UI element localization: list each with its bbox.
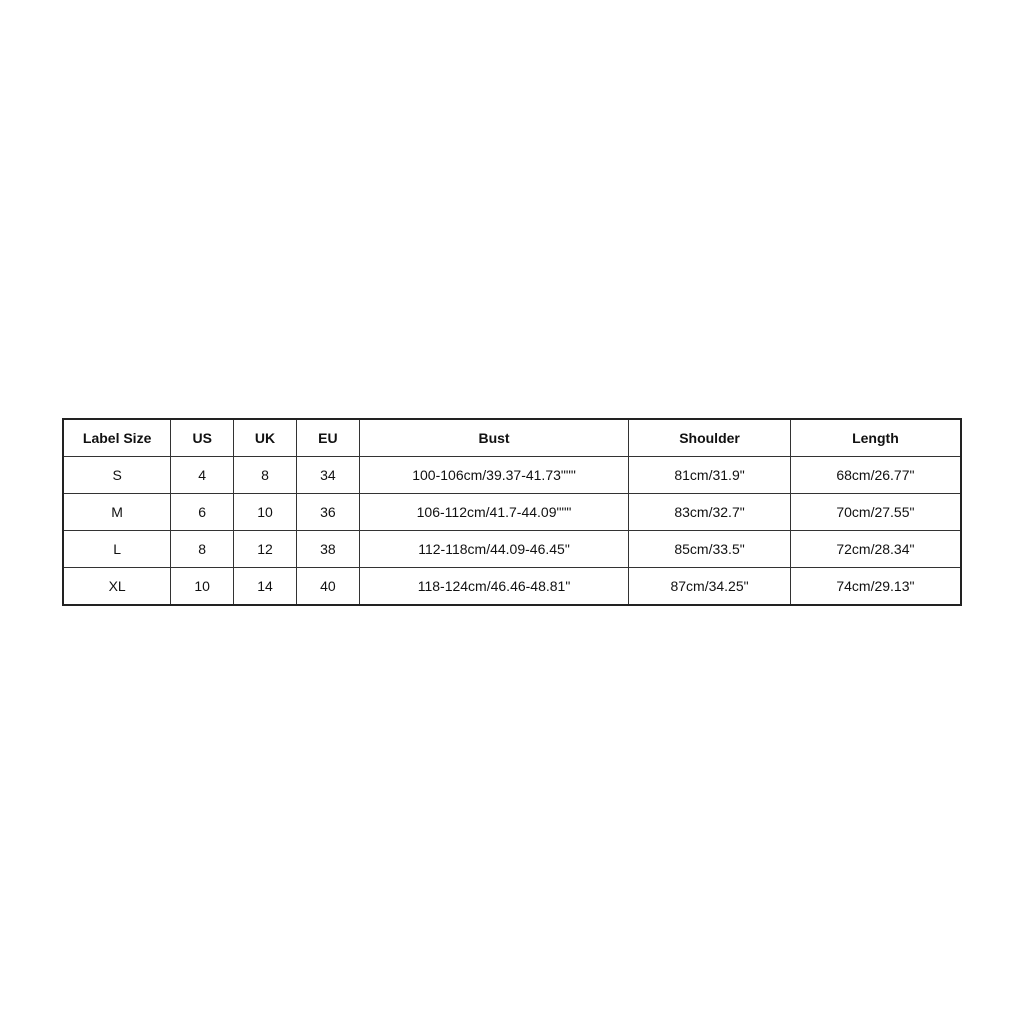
table-row: M61036106-112cm/41.7-44.09"""83cm/32.7"7… (63, 494, 961, 531)
cell-eu: 40 (296, 568, 359, 606)
cell-shoulder: 87cm/34.25" (629, 568, 791, 606)
cell-us: 4 (171, 457, 234, 494)
cell-us: 10 (171, 568, 234, 606)
cell-us: 8 (171, 531, 234, 568)
cell-length: 68cm/26.77" (790, 457, 961, 494)
cell-uk: 12 (234, 531, 297, 568)
table-row: L81238112-118cm/44.09-46.45"85cm/33.5"72… (63, 531, 961, 568)
cell-bust: 118-124cm/46.46-48.81" (359, 568, 628, 606)
table-row: S4834100-106cm/39.37-41.73"""81cm/31.9"6… (63, 457, 961, 494)
cell-eu: 36 (296, 494, 359, 531)
size-chart-container: Label Size US UK EU Bust Shoulder Length… (62, 418, 962, 606)
cell-uk: 10 (234, 494, 297, 531)
table-header-row: Label Size US UK EU Bust Shoulder Length (63, 419, 961, 457)
cell-eu: 34 (296, 457, 359, 494)
cell-uk: 8 (234, 457, 297, 494)
header-eu: EU (296, 419, 359, 457)
cell-label: XL (63, 568, 171, 606)
cell-eu: 38 (296, 531, 359, 568)
cell-label: M (63, 494, 171, 531)
cell-label: L (63, 531, 171, 568)
size-chart-table: Label Size US UK EU Bust Shoulder Length… (62, 418, 962, 606)
cell-uk: 14 (234, 568, 297, 606)
cell-shoulder: 81cm/31.9" (629, 457, 791, 494)
cell-length: 74cm/29.13" (790, 568, 961, 606)
cell-length: 72cm/28.34" (790, 531, 961, 568)
cell-label: S (63, 457, 171, 494)
header-length: Length (790, 419, 961, 457)
header-us: US (171, 419, 234, 457)
cell-bust: 112-118cm/44.09-46.45" (359, 531, 628, 568)
cell-us: 6 (171, 494, 234, 531)
cell-bust: 100-106cm/39.37-41.73""" (359, 457, 628, 494)
cell-shoulder: 83cm/32.7" (629, 494, 791, 531)
cell-bust: 106-112cm/41.7-44.09""" (359, 494, 628, 531)
header-bust: Bust (359, 419, 628, 457)
header-shoulder: Shoulder (629, 419, 791, 457)
table-row: XL101440118-124cm/46.46-48.81"87cm/34.25… (63, 568, 961, 606)
header-uk: UK (234, 419, 297, 457)
cell-length: 70cm/27.55" (790, 494, 961, 531)
header-label-size: Label Size (63, 419, 171, 457)
cell-shoulder: 85cm/33.5" (629, 531, 791, 568)
